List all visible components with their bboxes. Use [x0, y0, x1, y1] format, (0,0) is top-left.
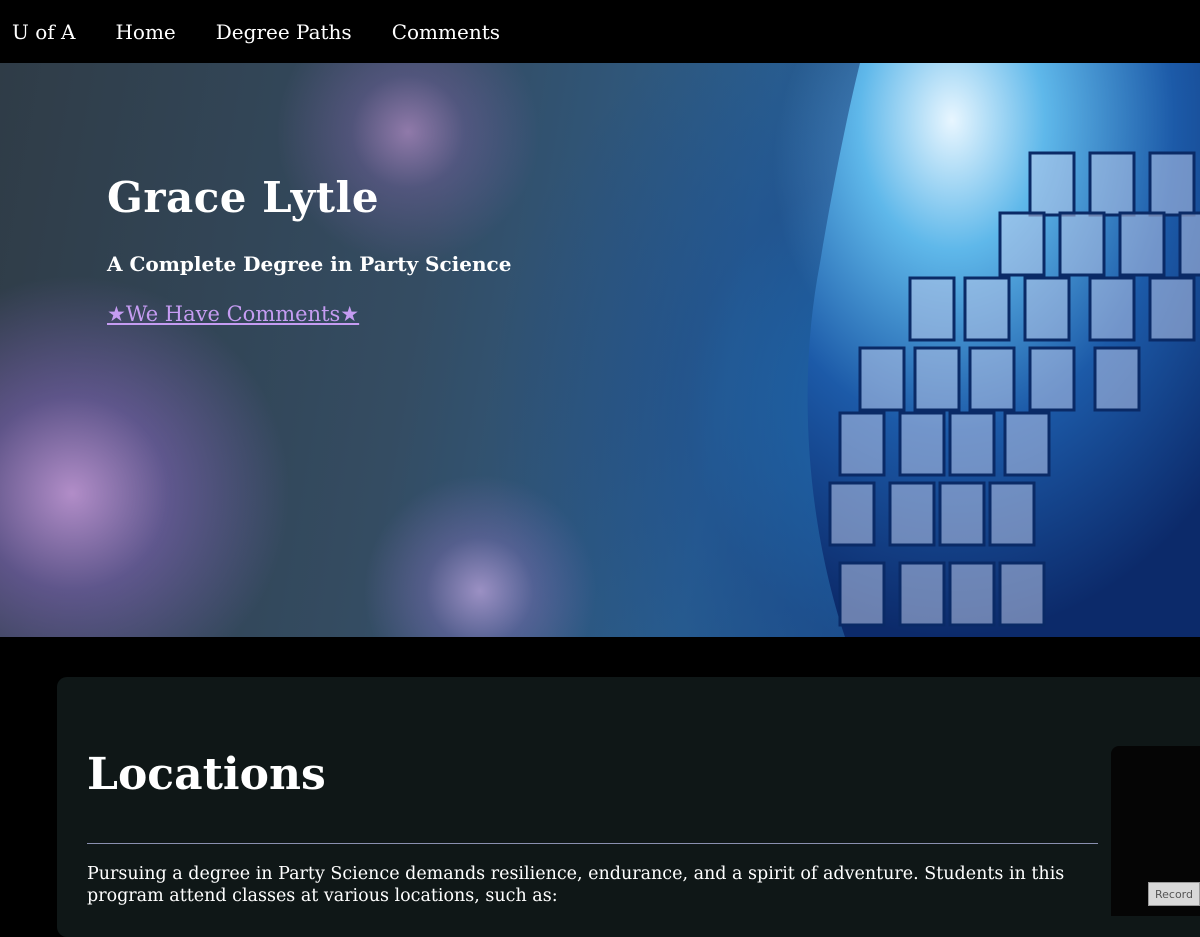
nav-comments-link[interactable]: Comments	[392, 20, 500, 44]
section-title: Locations	[87, 749, 326, 800]
disco-ball-tile	[968, 346, 1016, 412]
disco-ball-tile	[998, 561, 1046, 627]
nav-degree-paths-link[interactable]: Degree Paths	[216, 20, 352, 44]
disco-ball-tile	[1148, 151, 1196, 217]
disco-ball-tile	[1003, 411, 1051, 477]
disco-ball-tile	[908, 276, 956, 342]
disco-ball-tile	[858, 346, 906, 412]
disco-ball-tile	[948, 411, 996, 477]
nav-brand-link[interactable]: U of A	[12, 20, 75, 44]
section-body: Pursuing a degree in Party Science deman…	[87, 864, 1065, 906]
disco-ball-tile	[1088, 276, 1136, 342]
disco-ball-tile	[898, 411, 946, 477]
hero-text: Grace Lytle A Complete Degree in Party S…	[107, 163, 511, 326]
disco-ball-tile	[998, 211, 1046, 277]
disco-ball-tile	[1028, 346, 1076, 412]
top-nav: U of A Home Degree Paths Comments	[0, 0, 1200, 63]
disco-ball-tile	[1093, 346, 1141, 412]
disco-ball-tile	[1148, 276, 1196, 342]
disco-ball-tile	[1023, 276, 1071, 342]
disco-ball-tile	[948, 561, 996, 627]
record-button[interactable]: Record	[1148, 882, 1200, 906]
disco-ball-tile	[1178, 211, 1200, 277]
comments-link[interactable]: ★We Have Comments★	[107, 302, 359, 326]
disco-ball-tile	[1118, 211, 1166, 277]
locations-card: Locations Pursuing a degree in Party Sci…	[57, 677, 1200, 937]
disco-ball-tile	[938, 481, 986, 547]
hero-banner: Grace Lytle A Complete Degree in Party S…	[0, 63, 1200, 637]
disco-ball-tile	[888, 481, 936, 547]
disco-ball-tile	[838, 561, 886, 627]
disco-ball-tile	[898, 561, 946, 627]
hero-title: Grace Lytle	[107, 173, 380, 222]
hero-subtitle: A Complete Degree in Party Science	[107, 252, 512, 276]
disco-ball-tile	[1088, 151, 1136, 217]
disco-ball-tile	[1028, 151, 1076, 217]
disco-ball-tile	[828, 481, 876, 547]
disco-ball-image	[807, 63, 1200, 637]
section-divider	[87, 843, 1098, 844]
disco-ball-tile	[838, 411, 886, 477]
nav-home-link[interactable]: Home	[115, 20, 175, 44]
disco-ball-tile	[913, 346, 961, 412]
disco-ball-tile	[1058, 211, 1106, 277]
disco-ball-tile	[988, 481, 1036, 547]
disco-ball-tile	[963, 276, 1011, 342]
